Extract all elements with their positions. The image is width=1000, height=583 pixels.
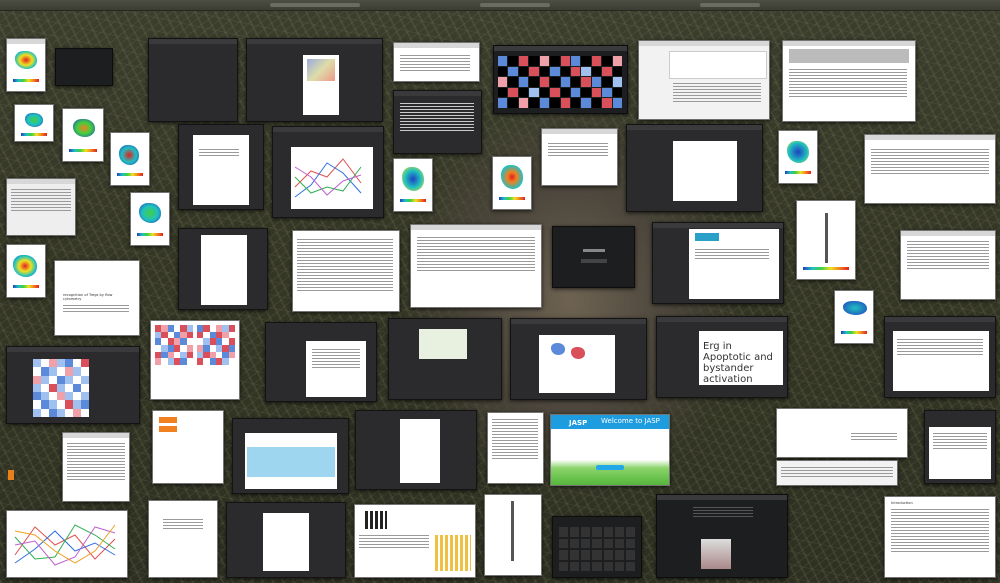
window-notes-strip[interactable] [776,460,898,486]
window-table-3[interactable] [487,412,544,484]
window-social-feed[interactable] [656,494,788,578]
window-code-editor[interactable] [864,134,996,204]
window-dark-blank[interactable] [55,48,113,86]
window-doc-form[interactable] [638,40,770,120]
window-pdf-figure[interactable] [246,38,383,122]
window-flow-plot-3[interactable] [62,108,104,162]
window-document[interactable]: recognition of Tregs by flow cytometry [54,260,140,336]
window-bar-figure[interactable] [152,410,224,484]
window-flow-plot[interactable] [6,38,46,92]
window-presentation[interactable]: Erg in Apoptotic and bystander activatio… [656,316,788,398]
window-flow-plot-7[interactable] [778,130,818,184]
doc-snippet: recognition of Tregs by flow cytometry [63,293,113,302]
calendar-grid [559,527,635,571]
multi-line-plot [294,158,362,198]
window-webpage[interactable] [232,418,349,494]
window-heatmap-figure[interactable] [150,320,240,400]
window-flow-plot-9[interactable] [6,244,46,298]
heatmap-grid [33,359,89,417]
window-dark-blank-2[interactable] [148,38,238,122]
window-dark-figure[interactable] [178,228,268,310]
window-login-dialog[interactable] [552,226,635,288]
window-rstudio[interactable] [410,224,542,308]
window-heatmap-editor[interactable] [6,346,140,424]
window-line-chart-2[interactable] [6,510,128,578]
window-flow-plot-6[interactable] [492,156,532,210]
window-browser-doc[interactable] [884,316,996,398]
window-plot-panels[interactable] [393,42,480,82]
window-flow-plot-10[interactable] [834,290,874,344]
window-table-2[interactable] [900,230,996,300]
window-flow-plot-4[interactable] [110,132,150,186]
window-settings[interactable] [6,178,76,236]
window-university-doc[interactable] [652,222,784,304]
window-jasp[interactable]: JASP Welcome to JASP [550,414,670,486]
jasp-header: JASP Welcome to JASP [551,415,669,429]
window-scatter-dark[interactable] [226,502,346,578]
window-spreadsheet[interactable] [782,40,916,122]
window-diagram[interactable] [354,504,476,578]
window-flow-plot-2[interactable] [14,104,54,142]
window-dark-viewer[interactable] [626,124,763,212]
heatmap-grid [197,325,235,365]
window-spreadsheet-2[interactable] [62,432,130,502]
window-pdf-plot[interactable] [355,410,477,490]
heatmap-grid [155,325,193,365]
window-list-doc[interactable] [924,410,996,484]
window-histogram-2[interactable] [484,494,542,576]
slide-title: Erg in Apoptotic and bystander activatio… [703,341,773,385]
window-scatter-panels[interactable] [541,128,618,186]
jasp-logo: JASP [569,419,588,427]
menu-bar-segment [480,3,550,7]
window-line-chart[interactable] [272,126,384,218]
window-dark-notes[interactable] [265,322,377,402]
menu-bar-segment [700,3,760,7]
window-flow-plot-8[interactable] [130,192,170,246]
window-blank-doc[interactable] [776,408,908,458]
menu-bar-segment [270,3,360,7]
top-menu-bar [0,0,1000,11]
window-calendar[interactable] [552,516,642,578]
window-paper-text[interactable] [292,230,400,312]
window-heatmap-black[interactable] [493,45,628,114]
window-flow-plot-5[interactable] [393,158,433,212]
window-paper-notes[interactable]: Introduction [884,496,996,578]
window-table-view[interactable] [388,318,502,400]
heatmap-grid [498,56,622,108]
window-histogram[interactable] [796,200,856,280]
jasp-welcome-screen [551,429,669,485]
jasp-continue-button[interactable] [596,465,624,470]
orange-window-thumbnail[interactable] [8,470,14,480]
multi-line-plot-2 [14,524,116,566]
window-dark-doc[interactable] [178,124,264,210]
window-file-list[interactable] [393,90,482,154]
window-doc-figure-2[interactable] [148,500,218,578]
window-slide-figure[interactable] [510,318,647,400]
jasp-welcome-text: Welcome to JASP [601,417,660,425]
paper-heading: Introduction [891,501,913,505]
